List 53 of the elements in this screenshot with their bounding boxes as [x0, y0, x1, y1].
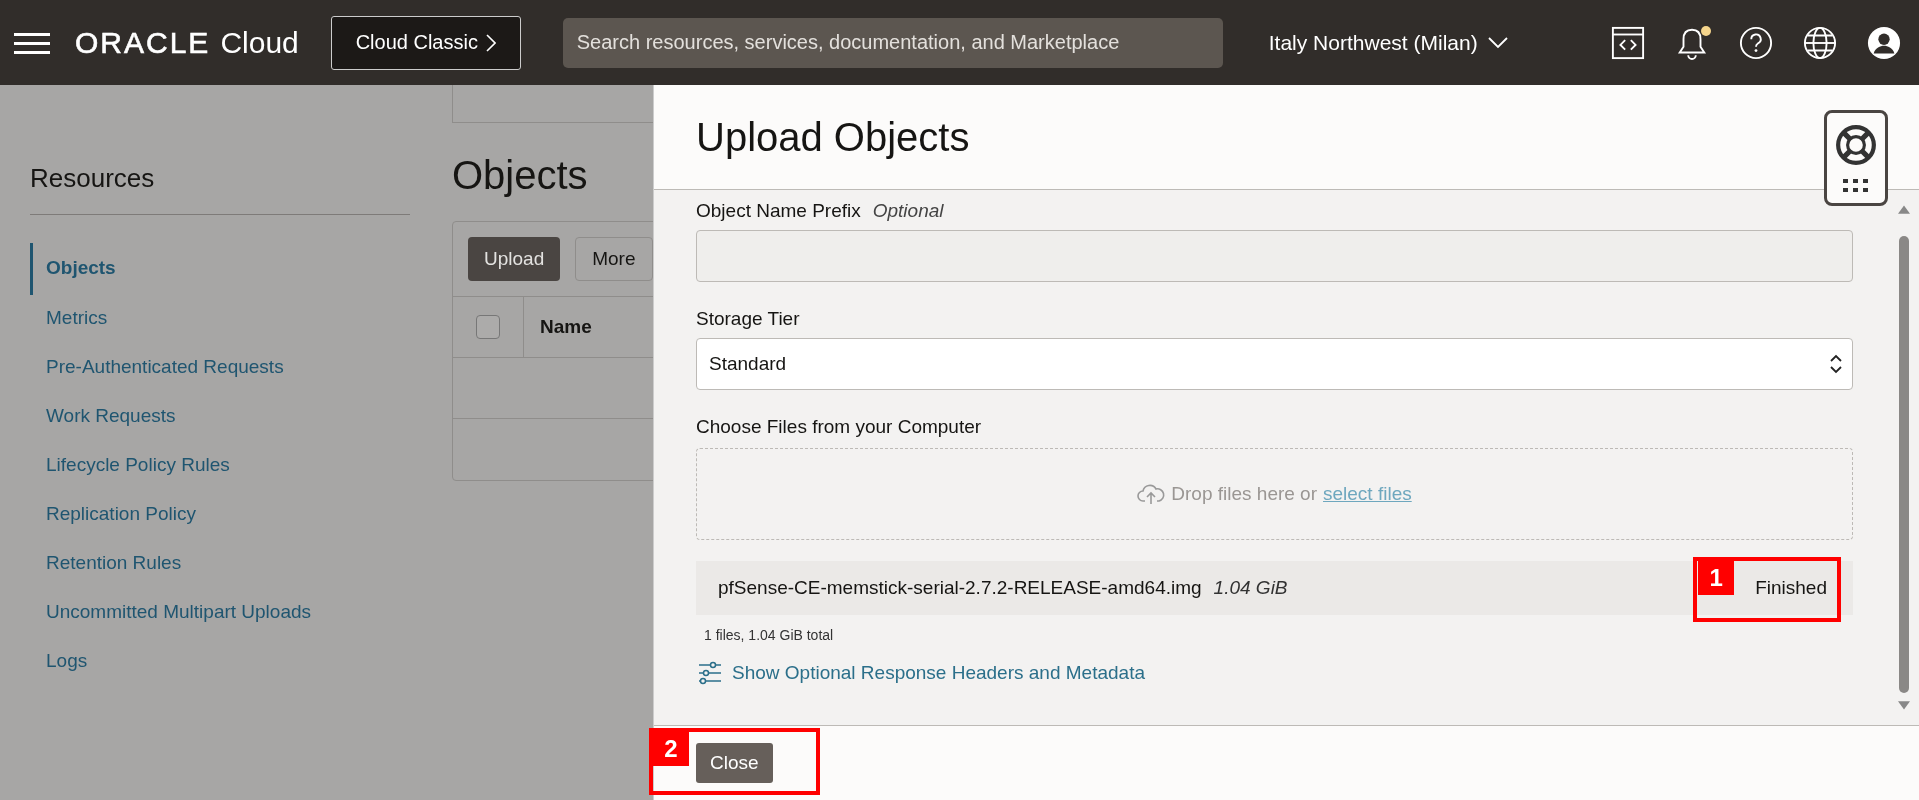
resources-nav-link[interactable]: Replication Policy — [30, 491, 410, 540]
file-name: pfSense-CE-memstick-serial-2.7.2-RELEASE-amd64.img — [718, 577, 1202, 599]
resources-nav-link[interactable]: Lifecycle Policy Rules — [30, 442, 410, 491]
close-button[interactable]: Close — [696, 743, 773, 783]
product-name: Cloud — [220, 25, 299, 60]
help-icon[interactable] — [1739, 25, 1773, 60]
resources-nav-link[interactable]: Logs — [30, 638, 410, 687]
chevron-right-icon — [485, 33, 496, 52]
annotation-number: 2 — [653, 732, 689, 766]
select-files-link[interactable]: select files — [1323, 483, 1412, 505]
field-label: Choose Files from your Computer — [696, 416, 982, 438]
resources-nav-link[interactable]: Pre-Authenticated Requests — [30, 344, 410, 393]
up-down-caret-icon — [1830, 353, 1842, 375]
cloud-upload-icon — [1137, 483, 1166, 505]
upload-button[interactable]: Upload — [468, 237, 561, 281]
select-all-checkbox[interactable] — [476, 315, 500, 339]
column-header[interactable]: Name — [524, 297, 592, 357]
prefix-input-field[interactable] — [696, 230, 1853, 282]
optional-hint: Optional — [872, 200, 944, 222]
scroll-down-icon[interactable] — [1898, 701, 1910, 711]
field-label: Storage Tier — [696, 308, 800, 330]
resources-nav-link[interactable]: Retention Rules — [30, 540, 410, 589]
sliders-icon — [698, 661, 722, 685]
resources-nav-link[interactable]: Uncommitted Multipart Uploads — [30, 589, 410, 638]
file-size: 1.04 GiB — [1213, 577, 1288, 599]
menu-icon[interactable] — [14, 30, 50, 55]
file-drop-zone[interactable]: Drop files here or select files — [696, 448, 1853, 540]
objects-heading: Objects — [452, 153, 589, 198]
drop-hint: Drop files here or — [1171, 483, 1317, 505]
annotation-number: 1 — [1698, 561, 1735, 595]
apps-grid-icon — [1843, 178, 1869, 193]
globe-icon[interactable] — [1803, 25, 1837, 60]
lifebuoy-icon — [1835, 123, 1877, 166]
scroll-up-icon[interactable] — [1898, 204, 1910, 214]
chevron-down-icon — [1487, 36, 1508, 49]
field-label: Object Name Prefix — [696, 200, 861, 222]
search-field[interactable]: Search resources, services, documentation, and Marketplace — [562, 17, 1223, 68]
brand-logo[interactable]: ORACLE — [75, 25, 211, 60]
user-avatar-icon[interactable] — [1867, 25, 1901, 60]
optional-headers-link[interactable]: Show Optional Response Headers and Metadata — [732, 662, 1145, 684]
cloud-classic-button[interactable]: Cloud Classic — [330, 15, 521, 70]
resources-nav-link[interactable]: Objects — [30, 243, 410, 295]
resources-nav-link[interactable]: Metrics — [30, 295, 410, 344]
code-editor-icon[interactable] — [1611, 25, 1645, 60]
storage-tier-select[interactable]: Standard — [696, 338, 1853, 390]
region-selector[interactable]: Italy Northwest (Milan) — [1268, 30, 1508, 55]
resources-nav-link[interactable]: Work Requests — [30, 393, 410, 442]
upload-status: Finished — [1755, 577, 1827, 599]
more-actions-button[interactable]: More — [575, 237, 653, 281]
help-widget[interactable] — [1824, 110, 1888, 206]
resources-heading: Resources — [30, 163, 156, 194]
drawer-title: Upload Objects — [696, 114, 970, 160]
files-summary: 1 files, 1.04 GiB total — [703, 627, 835, 643]
